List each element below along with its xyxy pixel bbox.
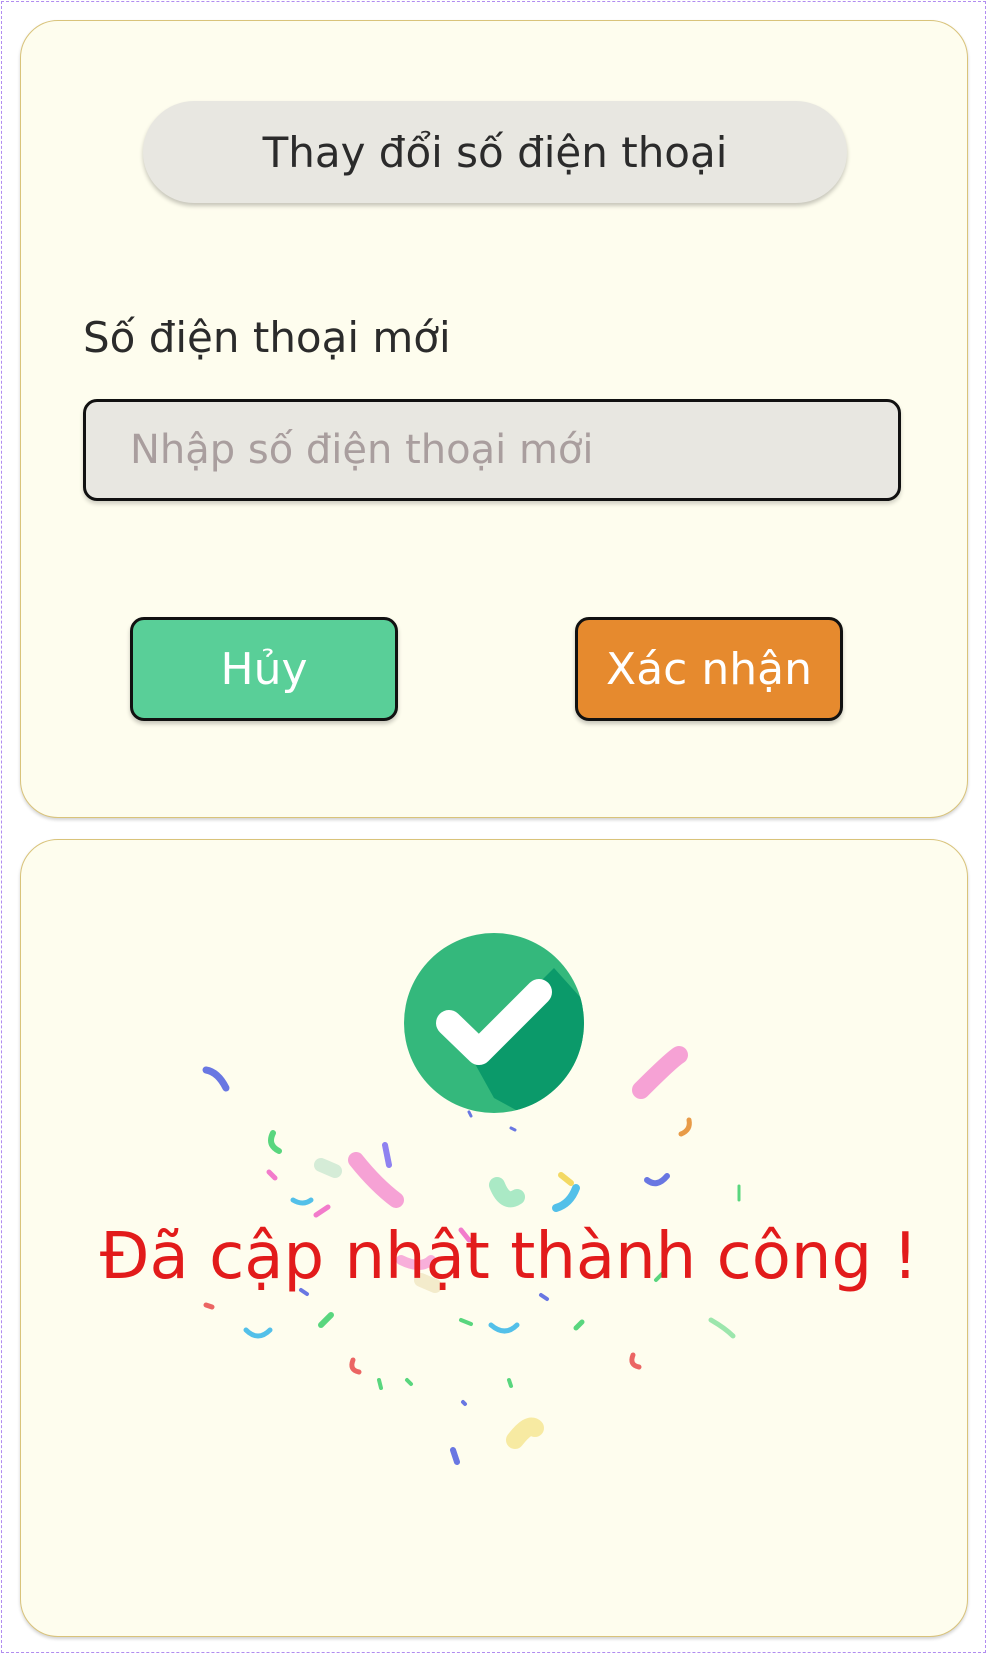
new-phone-input[interactable] <box>83 399 901 501</box>
cancel-button[interactable]: Hủy <box>130 617 398 721</box>
confirm-button[interactable]: Xác nhận <box>575 617 843 721</box>
success-card: Đã cập nhật thành công ! <box>20 839 968 1637</box>
check-circle-icon <box>399 928 589 1118</box>
dialog-title: Thay đổi số điện thoại <box>143 101 847 203</box>
success-message: Đã cập nhật thành công ! <box>99 1220 919 1294</box>
change-phone-card: Thay đổi số điện thoại Số điện thoại mới… <box>20 20 968 818</box>
new-phone-label: Số điện thoại mới <box>83 313 451 362</box>
